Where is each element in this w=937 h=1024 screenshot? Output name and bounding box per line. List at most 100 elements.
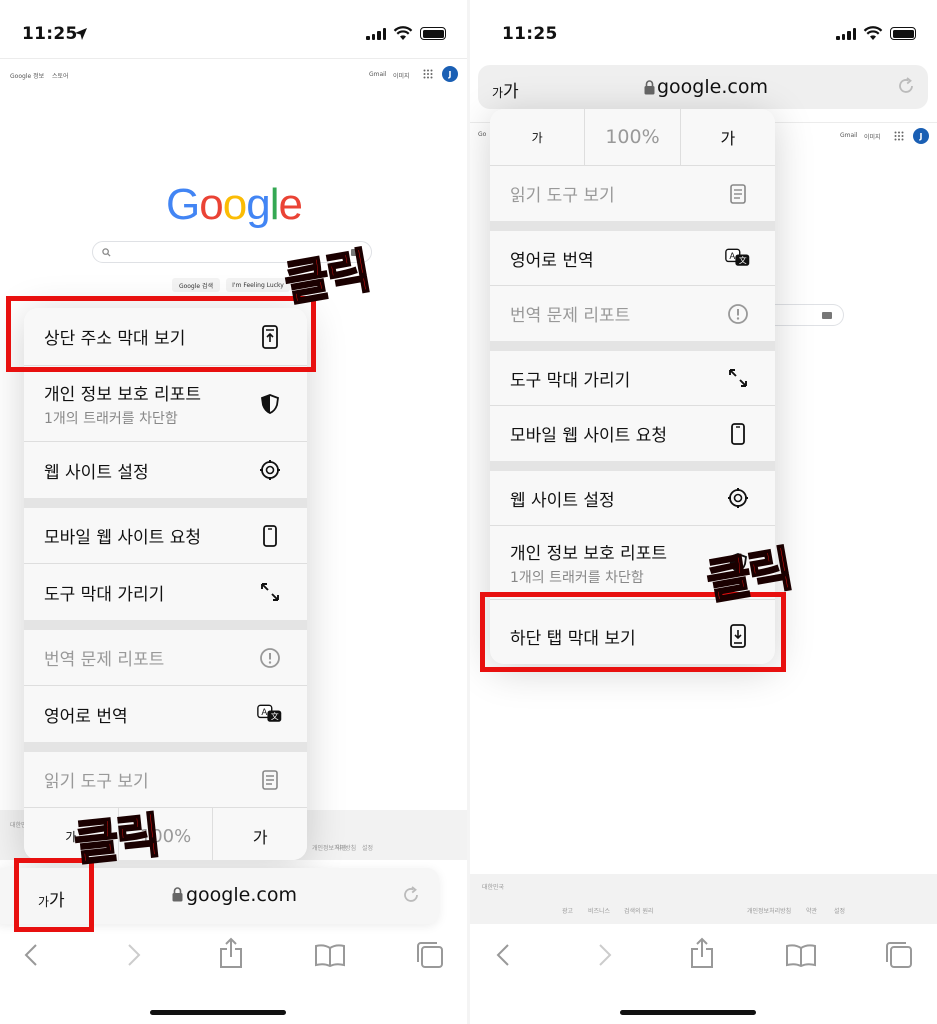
address-domain[interactable]: google.com — [186, 884, 297, 906]
decrease-font-button[interactable]: 가 — [490, 109, 586, 165]
menu-item-label: 개인 정보 보호 리포트 — [44, 384, 201, 405]
left-screenshot: 11:25 Google 정보 스토어 Gmail 이미지 J Google G… — [0, 0, 467, 1024]
menu-item-label: 모바일 웹 사이트 요청 — [510, 426, 667, 446]
home-indicator — [150, 1010, 286, 1015]
google-about-link[interactable]: Go — [478, 131, 486, 138]
back-icon[interactable] — [24, 943, 38, 967]
google-search-button[interactable]: Google 검색 — [172, 278, 220, 292]
svg-text:文: 文 — [271, 711, 279, 721]
font-size-row: 가 100% 가 — [24, 808, 307, 860]
apps-grid-icon[interactable] — [894, 131, 904, 141]
svg-text:A: A — [729, 252, 735, 262]
phone-icon — [257, 523, 283, 549]
tabs-icon[interactable] — [884, 940, 914, 970]
right-screenshot: 11:25 가가 google.com Go Gmail 이미지 J 대한민국 … — [470, 0, 937, 1024]
menu-item-label: 웹 사이트 설정 — [510, 490, 615, 511]
lock-icon — [172, 887, 183, 902]
footer-settings-link[interactable]: 설정 — [362, 843, 373, 852]
gear-icon — [725, 485, 751, 511]
footer-how-search-works-link[interactable]: 검색의 원리 — [624, 906, 654, 915]
footer-terms-link[interactable]: 약관 — [336, 843, 347, 852]
address-bar[interactable]: 가가 google.com — [478, 65, 928, 109]
menu-show-reader[interactable]: 읽기 도구 보기 — [490, 165, 775, 221]
page-format-button[interactable]: 가가 — [492, 77, 519, 102]
logo-letter: o — [222, 180, 248, 229]
click-annotation: 클릭 — [71, 807, 163, 874]
reload-icon[interactable] — [896, 76, 916, 96]
menu-translate-to-english[interactable]: 영어로 번역 A文 — [24, 686, 307, 742]
forward-icon[interactable] — [598, 943, 612, 967]
footer-privacy-link[interactable]: 개인정보처리방침 — [312, 843, 356, 852]
menu-item-label: 번역 문제 리포트 — [510, 306, 631, 326]
menu-item-label: 모바일 웹 사이트 요청 — [44, 528, 201, 548]
menu-item-label: 읽기 도구 보기 — [44, 772, 149, 792]
expand-arrows-icon — [725, 365, 751, 391]
aa-label: 가 — [503, 82, 519, 102]
footer-ads-link[interactable]: 광고 — [562, 906, 573, 915]
gmail-link[interactable]: Gmail — [840, 132, 858, 139]
gmail-link[interactable]: Gmail — [369, 71, 387, 78]
footer-terms-link[interactable]: 약관 — [806, 906, 817, 915]
shield-icon — [257, 391, 283, 417]
gear-icon — [257, 457, 283, 483]
menu-report-translation-issue[interactable]: 번역 문제 리포트 — [490, 286, 775, 341]
images-link[interactable]: 이미지 — [393, 71, 410, 80]
google-store-link[interactable]: 스토어 — [52, 71, 69, 80]
menu-item-label: 영어로 번역 — [44, 706, 128, 727]
search-icon — [102, 248, 111, 257]
translate-icon: A文 — [257, 701, 283, 727]
menu-hide-toolbar[interactable]: 도구 막대 가리기 — [490, 351, 775, 406]
phone-icon — [725, 421, 751, 447]
menu-website-settings[interactable]: 웹 사이트 설정 — [490, 471, 775, 526]
footer-business-link[interactable]: 비즈니스 — [588, 906, 610, 915]
menu-item-label: 웹 사이트 설정 — [44, 462, 149, 483]
google-about-link[interactable]: Google 정보 — [10, 71, 44, 80]
highlight-box-top-address-bar — [6, 296, 316, 372]
bookmarks-icon[interactable] — [314, 943, 346, 967]
feeling-lucky-button[interactable]: I'm Feeling Lucky — [226, 278, 290, 292]
back-icon[interactable] — [496, 943, 510, 967]
share-icon[interactable] — [218, 937, 244, 969]
status-time: 11:25 — [502, 24, 558, 44]
bookmarks-icon[interactable] — [785, 943, 817, 967]
increase-font-button[interactable]: 가 — [213, 808, 307, 860]
keyboard-icon[interactable] — [822, 312, 832, 319]
footer-privacy-link[interactable]: 개인정보처리방침 — [747, 906, 791, 915]
menu-item-label: 도구 막대 가리기 — [44, 584, 165, 605]
reload-icon[interactable] — [401, 885, 421, 905]
lock-icon — [644, 80, 655, 95]
menu-show-reader[interactable]: 읽기 도구 보기 — [24, 752, 307, 808]
tabs-icon[interactable] — [415, 940, 445, 970]
footer-country: 대한민국 — [482, 884, 505, 891]
menu-translate-to-english[interactable]: 영어로 번역 A文 — [490, 231, 775, 286]
images-link[interactable]: 이미지 — [864, 132, 881, 141]
forward-icon[interactable] — [127, 943, 141, 967]
account-avatar[interactable]: J — [913, 128, 929, 144]
footer-settings-link[interactable]: 설정 — [834, 906, 845, 915]
expand-arrows-icon — [257, 579, 283, 605]
menu-report-translation-issue[interactable]: 번역 문제 리포트 — [24, 630, 307, 686]
address-domain[interactable]: google.com — [657, 76, 768, 98]
cellular-signal-icon — [366, 28, 386, 40]
menu-item-label: 개인 정보 보호 리포트 — [510, 543, 667, 564]
wifi-icon — [393, 26, 413, 40]
svg-text:A: A — [261, 708, 267, 718]
menu-request-mobile-site[interactable]: 모바일 웹 사이트 요청 — [24, 508, 307, 564]
logo-letter: e — [278, 180, 303, 229]
increase-font-button[interactable]: 가 — [681, 109, 775, 165]
menu-privacy-report[interactable]: 개인 정보 보호 리포트 1개의 트래커를 차단함 — [24, 366, 307, 442]
menu-item-label: 번역 문제 리포트 — [44, 650, 165, 670]
battery-icon — [890, 27, 916, 40]
cellular-signal-icon — [836, 28, 856, 40]
menu-website-settings[interactable]: 웹 사이트 설정 — [24, 442, 307, 498]
menu-request-mobile-site[interactable]: 모바일 웹 사이트 요청 — [490, 406, 775, 461]
exclamation-icon — [257, 645, 283, 671]
zoom-level: 100% — [585, 109, 681, 165]
account-avatar[interactable]: J — [442, 66, 458, 82]
share-icon[interactable] — [689, 937, 715, 969]
reader-icon — [257, 767, 283, 793]
menu-item-sublabel: 1개의 트래커를 차단함 — [510, 569, 644, 586]
apps-grid-icon[interactable] — [423, 69, 433, 79]
font-size-row: 가 100% 가 — [490, 109, 775, 165]
menu-hide-toolbar[interactable]: 도구 막대 가리기 — [24, 564, 307, 620]
